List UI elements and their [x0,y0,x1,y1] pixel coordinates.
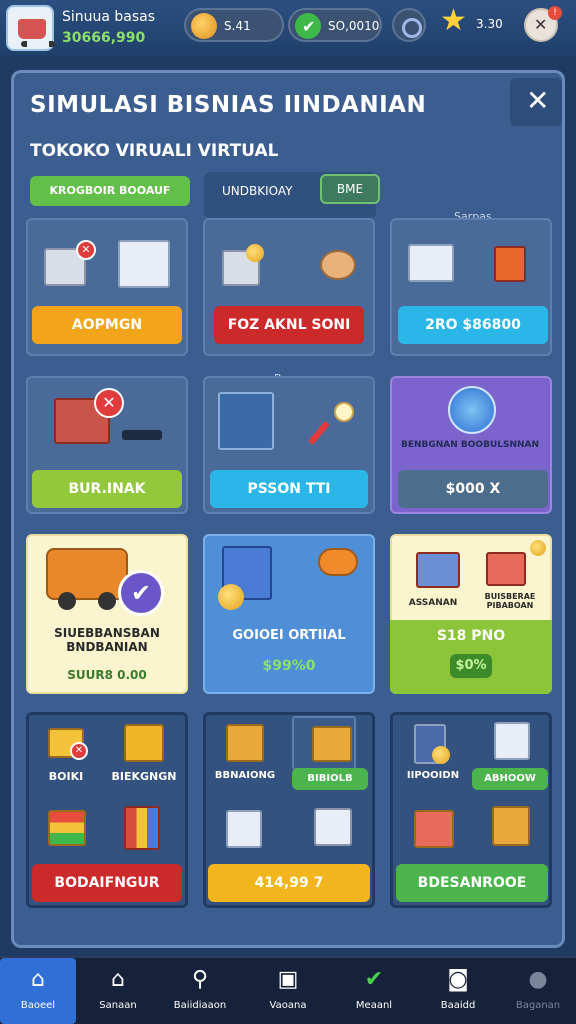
wheel-icon [98,592,116,610]
catalog-icon [118,240,170,288]
nav-item-home[interactable]: ⌂ Baoeel [0,958,76,1024]
nav-label: Baiidiaaon [173,1000,227,1011]
nav-item-profile[interactable]: ● Baganan [500,958,576,1024]
panel-subtitle: TOKOKO VIRUALI VIRTUAL [30,141,279,161]
close-button[interactable]: ✕ [510,78,562,126]
card-promo-title: GOIOEI ORTIIAL [232,628,346,643]
card-analytics-button[interactable]: $000 X [398,470,548,508]
card-storage-label-a: BOIKI [48,770,84,783]
product-stand-icon [218,392,274,450]
store-icon: ⌂ [111,967,125,992]
close-icon: ✕ [526,84,550,117]
card-reports-tag[interactable]: ABHOOW [472,768,548,790]
shopping-cart-icon [416,552,460,588]
basket-icon [414,810,454,848]
remove-icon: ✕ [70,742,88,760]
nav-item-bag[interactable]: ⚲ Baiidiaaon [162,958,238,1024]
nav-item-store[interactable]: ⌂ Sanaan [80,958,156,1024]
card-market-right-label: BUISBERAE PIBABOAN [484,592,536,610]
camera-icon: ◙ [447,967,469,992]
open-box-icon [312,726,352,762]
nav-label: Vaoana [269,1000,307,1011]
card-storage-label-b: BIEKGNGN [111,770,177,783]
books-icon [124,806,160,850]
coin-icon [218,584,244,610]
card-warehouse-button[interactable]: 414,99 7 [208,864,370,902]
star-count: 3.30 [476,17,503,31]
nav-label: Baganan [515,1000,561,1011]
card-analytics-label: BENBGNAN BOOBULSNNAN [400,440,540,450]
check-icon: ✔ [364,967,384,992]
card-delivery-value: SUUR8 0.00 [67,668,147,682]
crate-icon [226,724,264,762]
card-market-left-label: ASSANAN [408,598,458,608]
currency-cash-value: SO,0010 [328,19,380,33]
card-cart-button[interactable]: BUR.INAK [32,470,182,508]
truck-icon [46,548,128,600]
coin-icon [432,746,450,764]
bag-icon: ⚲ [191,967,209,992]
wheel-icon [58,592,76,610]
clipboard-icon: ▣ [277,967,299,992]
app-logo-icon[interactable] [6,5,55,51]
card-supplies-button[interactable]: FOZ AKNL SONI [214,306,364,344]
currency-coins-value: S.41 [224,19,251,33]
currency-cash-pill[interactable]: ✔ SO,0010 [288,8,382,42]
sack-icon [320,250,356,280]
currency-coins-pill[interactable]: S.41 [184,8,284,42]
card-market-title: S18 PNO [436,628,506,644]
card-storage-button[interactable]: BODAIFNGUR [32,864,182,902]
card-warehouse-label-a: BBNAIONG [214,770,276,781]
nav-item-orders[interactable]: ▣ Vaoana [250,958,326,1024]
nav-label: Meaanl [355,1000,393,1011]
nav-item-camera[interactable]: ◙ Baaidd [420,958,496,1024]
card-market-value[interactable]: $0% [450,654,492,678]
card-products-button[interactable]: PSSON TTI [210,470,368,508]
pin-icon [334,402,354,422]
nav-label: Sanaan [99,1000,137,1011]
panel-title: SIMULASI BISNIAS IINDANIAN [30,92,427,118]
nav-label: Baaidd [440,1000,476,1011]
compass-icon [448,386,496,434]
gift-box-icon [314,808,352,846]
card-delivery-title: SIUEBBANSBAN BNDBANIAN [54,626,160,654]
remove-icon: ✕ [94,388,124,418]
clipboard-icon [494,722,530,760]
card-shop-layout-button[interactable]: AOPMGN [32,306,182,344]
user-icon: ● [528,967,548,992]
basket-icon [494,246,526,282]
remove-icon: ✕ [76,240,96,260]
card-reports-button[interactable]: BDESANROOE [396,864,548,902]
home-icon: ⌂ [31,967,45,992]
document-icon [226,810,262,848]
nav-item-tasks[interactable]: ✔ Meaanl [336,958,412,1024]
check-coin-icon: ✔ [295,13,321,39]
card-promo-value: $99%0 [262,658,316,674]
nav-label: Baoeel [20,1000,56,1011]
coin-icon [530,540,546,556]
card-warehouse-tag[interactable]: BIBIOLB [292,768,368,790]
stack-icon [48,810,86,846]
coin-icon [191,13,217,39]
capsule-icon [318,548,358,576]
settings-icon[interactable] [392,8,426,42]
display-icon [408,244,454,282]
notification-badge: ! [548,6,562,20]
tab-badge[interactable]: BME [320,174,380,204]
star-icon: ★ [440,3,467,38]
package-icon [124,724,164,762]
card-reports-label-a: IIPOOIDN [406,770,460,781]
scanner-icon [122,430,162,440]
tab-header-label: UNDBKIOAY [222,184,293,198]
shopping-cart-icon [486,552,526,586]
card-display-button[interactable]: 2RO $86800 [398,306,548,344]
tab-category[interactable]: KROGBOIR BOOAUF [30,176,190,206]
coin-icon [246,244,264,262]
player-balance: 30666,990 [62,30,146,46]
app-name: Sinuua basas [62,9,156,25]
verified-icon: ✔ [118,570,164,616]
open-box-icon [492,806,530,846]
